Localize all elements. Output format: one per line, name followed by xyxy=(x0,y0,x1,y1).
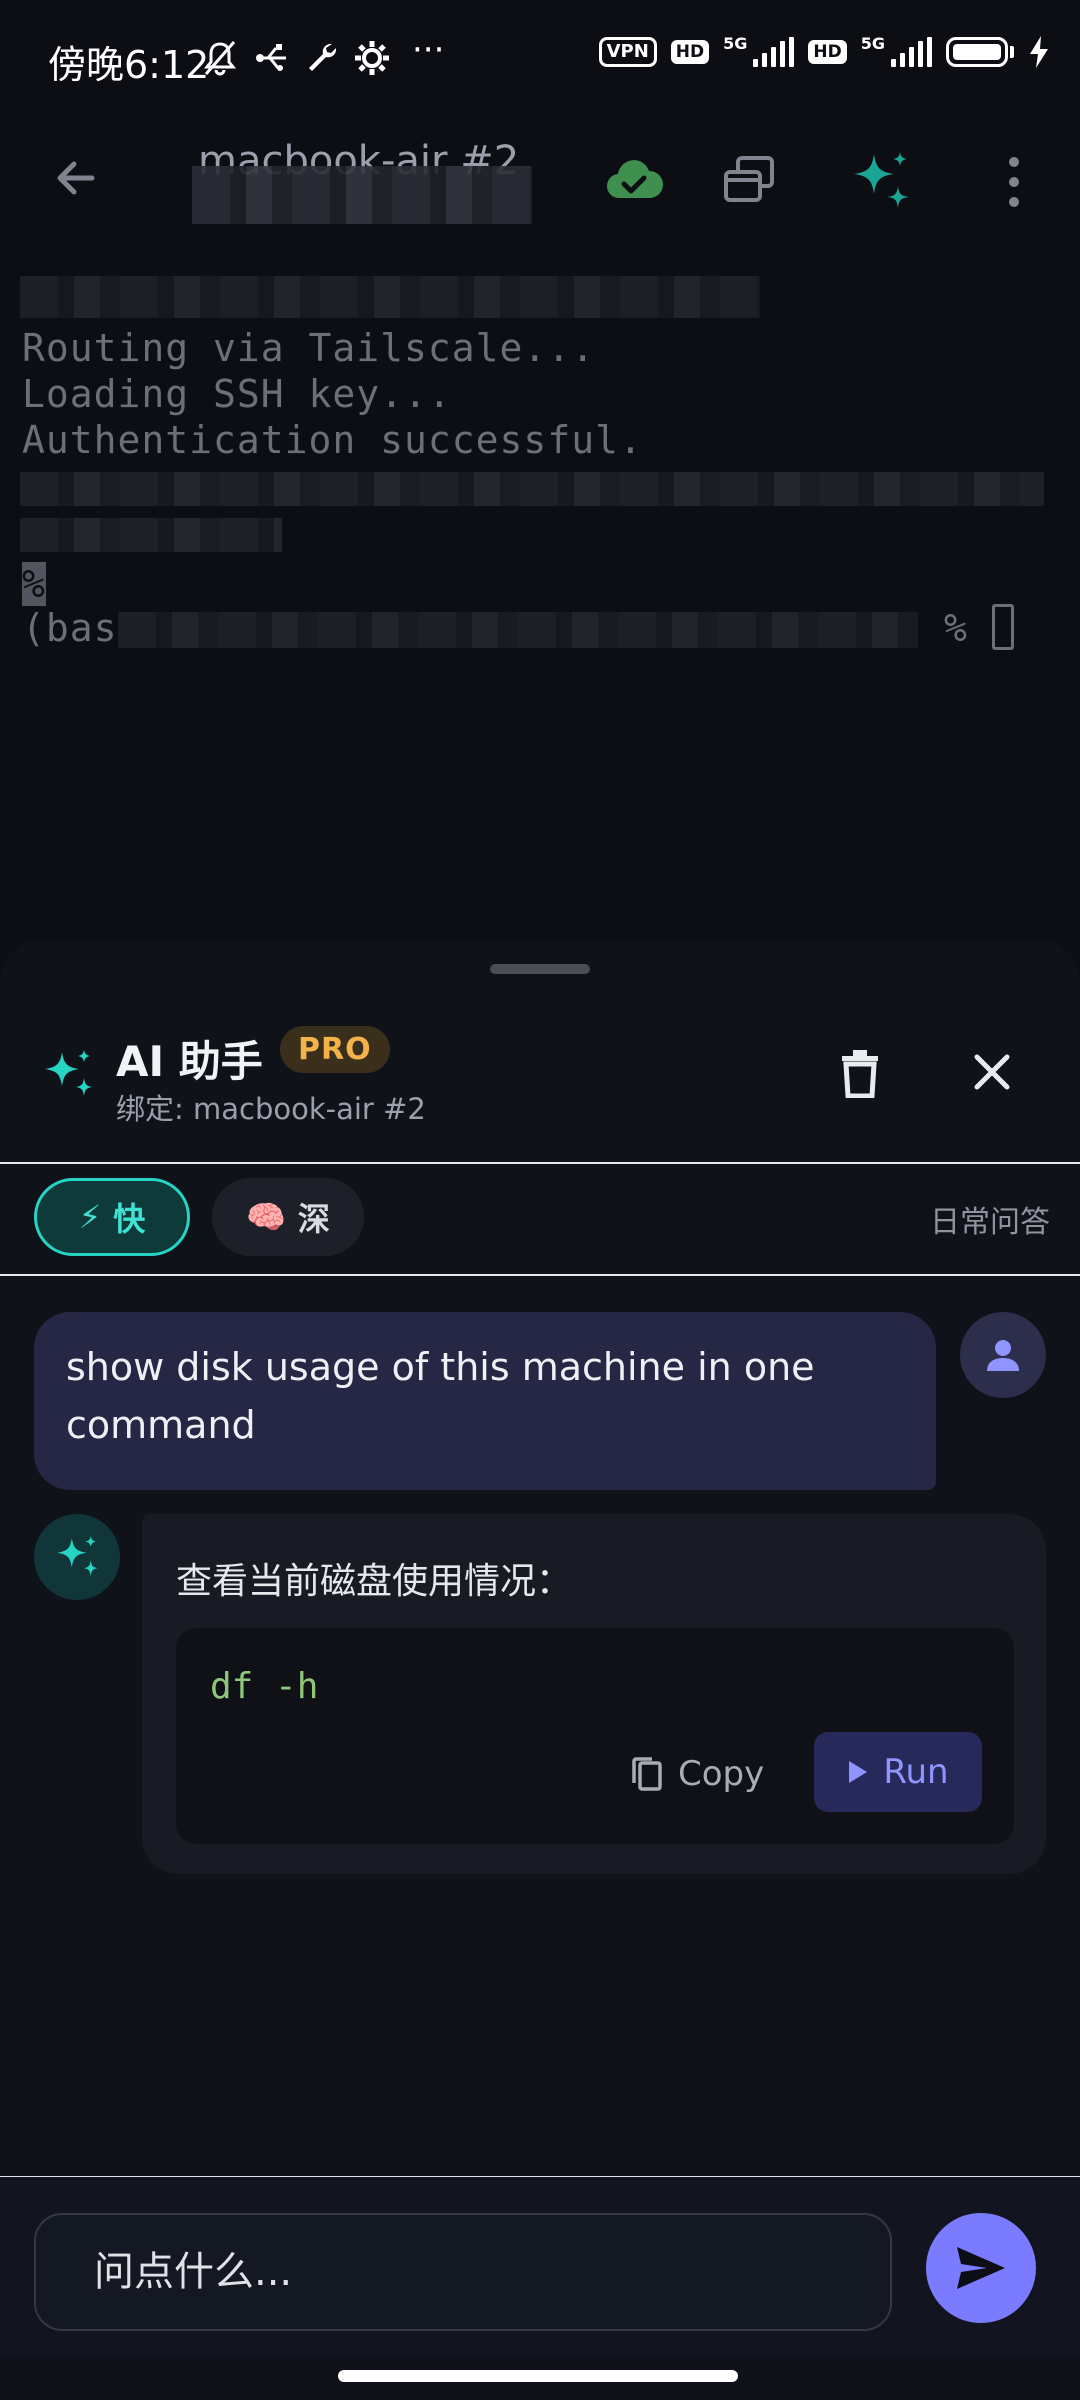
terminal-prompt-tail: % xyxy=(944,606,968,650)
terminal-cursor xyxy=(992,604,1014,650)
battery-cap xyxy=(1010,46,1014,58)
terminal-prompt-char: % xyxy=(22,562,46,606)
terminal-redaction-4 xyxy=(118,612,918,648)
network-5g-1: 5G xyxy=(723,34,748,53)
sparkle-icon xyxy=(57,1536,98,1576)
user-avatar xyxy=(960,1312,1046,1398)
vpn-badge: VPN xyxy=(598,37,657,67)
sparkle-icon xyxy=(45,1050,92,1096)
network-5g-2: 5G xyxy=(860,34,885,53)
cloud-check-icon[interactable] xyxy=(604,156,664,206)
terminal-line: Authentication successful. xyxy=(22,418,643,462)
more-vertical-icon[interactable] xyxy=(1000,154,1028,210)
send-icon xyxy=(957,2247,1005,2289)
bell-off-icon xyxy=(203,41,237,76)
divider xyxy=(0,1274,1080,1276)
status-time: 傍晚6:12 xyxy=(48,43,210,87)
terminal-prompt-prefix: (bas xyxy=(22,606,118,650)
copy-icon xyxy=(632,1757,662,1791)
close-icon[interactable] xyxy=(972,1052,1012,1092)
pro-badge: PRO xyxy=(280,1026,390,1073)
windows-stack-icon[interactable] xyxy=(720,152,778,210)
mode-chip-fast[interactable]: ⚡ 快 xyxy=(34,1178,190,1256)
app-bar xyxy=(0,120,1080,250)
divider xyxy=(0,1162,1080,1164)
sparkle-icon[interactable] xyxy=(848,148,916,216)
brain-icon: 🧠 xyxy=(246,1198,286,1236)
charging-icon xyxy=(1030,36,1048,68)
user-message: show disk usage of this machine in one c… xyxy=(34,1312,936,1490)
ai-avatar xyxy=(34,1514,120,1600)
mode-description: 日常问答 xyxy=(930,1205,1050,1240)
home-indicator[interactable] xyxy=(338,2370,738,2382)
status-right: VPN HD 5G HD 5G xyxy=(598,34,1050,68)
terminal-redaction-3 xyxy=(20,518,282,552)
status-more: ··· xyxy=(412,30,445,70)
signal-icon-1 xyxy=(753,37,795,67)
run-label: Run xyxy=(883,1752,949,1792)
usb-icon xyxy=(256,44,286,71)
mode-label: 深 xyxy=(297,1200,330,1238)
terminal-line: Loading SSH key... xyxy=(22,372,452,416)
copy-label: Copy xyxy=(678,1754,765,1794)
run-button[interactable]: Run xyxy=(814,1732,982,1812)
copy-button[interactable]: Copy xyxy=(630,1734,764,1814)
hd-badge-1: HD xyxy=(670,40,710,64)
sheet-drag-handle[interactable] xyxy=(490,964,590,974)
ai-message-text: 查看当前磁盘使用情况： xyxy=(176,1561,573,1602)
title-redaction xyxy=(192,166,532,224)
hd-badge-2: HD xyxy=(808,40,847,64)
assistant-title: AI 助手 xyxy=(116,1037,263,1086)
battery-icon xyxy=(946,37,1008,67)
terminal-redaction-1 xyxy=(20,276,760,318)
lightning-icon: ⚡ xyxy=(78,1198,102,1236)
send-button[interactable] xyxy=(926,2213,1036,2323)
person-icon xyxy=(987,1340,1019,1371)
wrench-icon xyxy=(309,43,337,71)
code-text: df -h xyxy=(210,1666,319,1707)
mode-chip-deep[interactable]: 🧠 深 xyxy=(212,1178,364,1256)
trash-icon[interactable] xyxy=(840,1050,880,1098)
arrow-left-icon[interactable] xyxy=(50,152,102,204)
signal-icon-2 xyxy=(891,37,932,67)
mode-label: 快 xyxy=(113,1200,146,1238)
gear-icon xyxy=(355,41,389,75)
terminal-redaction-2 xyxy=(20,472,1044,506)
play-icon xyxy=(849,1761,868,1783)
binding-label: 绑定: macbook-air #2 xyxy=(116,1092,426,1126)
terminal-line: Routing via Tailscale... xyxy=(22,326,596,370)
message-input[interactable] xyxy=(92,2248,834,2296)
message-input-field[interactable] xyxy=(34,2213,892,2331)
